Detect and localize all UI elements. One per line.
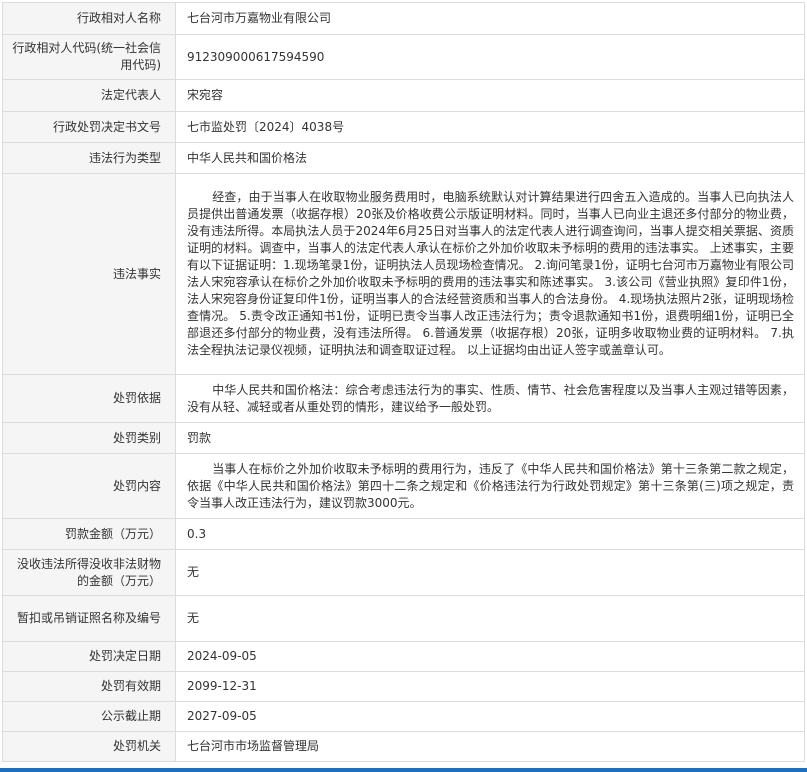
row-validity-date: 处罚有效期 2099-12-31 <box>2 671 805 702</box>
row-fine-amount: 罚款金额（万元） 0.3 <box>2 518 805 550</box>
penalty-info-table: 行政相对人名称 七台河市万嘉物业有限公司 行政相对人代码(统一社会信用代码) 9… <box>2 2 805 762</box>
row-credit-code: 行政相对人代码(统一社会信用代码) 912309000617594590 <box>2 34 805 80</box>
label-confiscation-amount: 没收违法所得没收非法财物的金额（万元） <box>2 549 176 596</box>
row-publicity-deadline: 公示截止期 2027-09-05 <box>2 701 805 732</box>
row-penalty-authority: 处罚机关 七台河市市场监督管理局 <box>2 731 805 762</box>
value-party-name: 七台河市万嘉物业有限公司 <box>175 2 805 35</box>
row-license-suspension: 暂扣或吊销证照名称及编号 无 <box>2 595 805 642</box>
value-violation-facts: 经查，由于当事人在收取物业服务费用时，电脑系统默认对计算结果进行四舍五入造成的。… <box>175 173 805 375</box>
label-publicity-deadline: 公示截止期 <box>2 701 176 732</box>
label-penalty-category: 处罚类别 <box>2 422 176 454</box>
value-credit-code: 912309000617594590 <box>175 34 805 80</box>
row-penalty-basis: 处罚依据 中华人民共和国价格法：综合考虑违法行为的事实、性质、情节、社会危害程度… <box>2 374 805 423</box>
value-decision-date: 2024-09-05 <box>175 641 805 672</box>
value-fine-amount: 0.3 <box>175 518 805 550</box>
row-violation-facts: 违法事实 经查，由于当事人在收取物业服务费用时，电脑系统默认对计算结果进行四舍五… <box>2 173 805 375</box>
value-penalty-content: 当事人在标价之外加价收取未予标明的费用行为，违反了《中华人民共和国价格法》第十三… <box>175 453 805 519</box>
label-violation-facts: 违法事实 <box>2 173 176 375</box>
value-penalty-category: 罚款 <box>175 422 805 454</box>
value-confiscation-amount: 无 <box>175 549 805 596</box>
label-violation-type: 违法行为类型 <box>2 142 176 174</box>
label-legal-rep: 法定代表人 <box>2 79 176 112</box>
row-violation-type: 违法行为类型 中华人民共和国价格法 <box>2 142 805 174</box>
label-decision-number: 行政处罚决定书文号 <box>2 111 176 143</box>
label-penalty-content: 处罚内容 <box>2 453 176 519</box>
label-decision-date: 处罚决定日期 <box>2 641 176 672</box>
row-decision-number: 行政处罚决定书文号 七市监处罚〔2024〕4038号 <box>2 111 805 143</box>
label-fine-amount: 罚款金额（万元） <box>2 518 176 550</box>
row-legal-rep: 法定代表人 宋宛容 <box>2 79 805 112</box>
label-credit-code: 行政相对人代码(统一社会信用代码) <box>2 34 176 80</box>
value-publicity-deadline: 2027-09-05 <box>175 701 805 732</box>
label-license-suspension: 暂扣或吊销证照名称及编号 <box>2 595 176 642</box>
value-violation-type: 中华人民共和国价格法 <box>175 142 805 174</box>
label-penalty-authority: 处罚机关 <box>2 731 176 762</box>
row-confiscation-amount: 没收违法所得没收非法财物的金额（万元） 无 <box>2 549 805 596</box>
row-penalty-content: 处罚内容 当事人在标价之外加价收取未予标明的费用行为，违反了《中华人民共和国价格… <box>2 453 805 519</box>
row-decision-date: 处罚决定日期 2024-09-05 <box>2 641 805 672</box>
value-penalty-basis: 中华人民共和国价格法：综合考虑违法行为的事实、性质、情节、社会危害程度以及当事人… <box>175 374 805 423</box>
value-decision-number: 七市监处罚〔2024〕4038号 <box>175 111 805 143</box>
value-license-suspension: 无 <box>175 595 805 642</box>
value-validity-date: 2099-12-31 <box>175 671 805 702</box>
row-penalty-category: 处罚类别 罚款 <box>2 422 805 454</box>
value-legal-rep: 宋宛容 <box>175 79 805 112</box>
label-validity-date: 处罚有效期 <box>2 671 176 702</box>
label-penalty-basis: 处罚依据 <box>2 374 176 423</box>
row-party-name: 行政相对人名称 七台河市万嘉物业有限公司 <box>2 2 805 35</box>
label-party-name: 行政相对人名称 <box>2 2 176 35</box>
value-penalty-authority: 七台河市市场监督管理局 <box>175 731 805 762</box>
bottom-accent-bar <box>0 768 807 772</box>
